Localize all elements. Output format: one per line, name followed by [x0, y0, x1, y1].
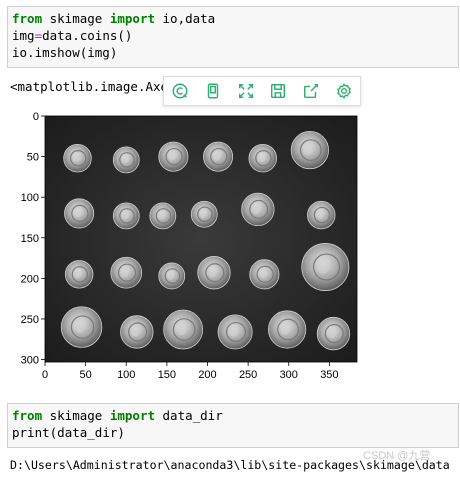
- coin: [63, 144, 92, 173]
- coin: [249, 259, 280, 290]
- coin: [110, 256, 143, 289]
- x-tick-label: 250: [239, 369, 257, 381]
- coin: [190, 200, 218, 228]
- x-axis: 0 50 100 150 200 250 300 350: [42, 362, 339, 381]
- coin: [120, 315, 154, 349]
- coin: [316, 316, 351, 351]
- y-tick-label: 250: [21, 314, 39, 326]
- code-cell-1[interactable]: from skimage import io,data img=data.coi…: [7, 6, 459, 68]
- coin: [158, 141, 189, 172]
- expand-icon[interactable]: [235, 80, 257, 102]
- output-text-2: D:\Users\Administrator\anaconda3\lib\sit…: [10, 458, 450, 472]
- coins-image-plot: 0 50 100 150 200 250 300 350 0 50 100 150 200 250 300: [21, 111, 358, 381]
- coin: [149, 202, 177, 230]
- coin: [112, 202, 140, 230]
- output-text-1: <matplotlib.image.Axes: [10, 79, 176, 94]
- x-tick-label: 0: [42, 369, 48, 381]
- coin: [248, 144, 277, 173]
- x-tick-label: 100: [117, 369, 135, 381]
- y-tick-label: 300: [21, 355, 39, 367]
- y-tick-label: 0: [33, 111, 39, 123]
- y-tick-label: 150: [21, 233, 39, 245]
- y-tick-label: 100: [21, 192, 39, 204]
- x-tick-label: 200: [198, 369, 216, 381]
- coin: [290, 131, 329, 170]
- code-line-2: img=data.coins(): [12, 28, 133, 43]
- coin: [301, 243, 350, 291]
- code-line-1: from skimage import io,data: [12, 11, 216, 26]
- x-tick-label: 150: [158, 369, 176, 381]
- output-toolbar: [163, 76, 361, 106]
- x-tick-label: 50: [80, 369, 92, 381]
- y-tick-label: 200: [21, 273, 39, 285]
- coin: [307, 200, 336, 230]
- coin: [64, 198, 95, 229]
- coin: [197, 256, 231, 290]
- code-line-3: io.imshow(img): [12, 45, 118, 60]
- coin: [163, 309, 204, 350]
- save-icon[interactable]: [267, 80, 289, 102]
- y-tick-label: 50: [27, 152, 39, 164]
- code-line-1: from skimage import data_dir: [12, 408, 223, 423]
- coin: [268, 310, 307, 349]
- coin: [217, 314, 253, 350]
- settings-icon[interactable]: [333, 80, 355, 102]
- document-icon[interactable]: [202, 80, 224, 102]
- share-icon[interactable]: [300, 80, 322, 102]
- code-line-2: print(data_dir): [12, 425, 125, 440]
- x-tick-label: 350: [320, 369, 338, 381]
- coin: [158, 262, 186, 290]
- coin: [203, 141, 234, 172]
- coin: [60, 306, 103, 348]
- coin: [112, 146, 140, 174]
- x-tick-label: 300: [280, 369, 298, 381]
- y-axis: 0 50 100 150 200 250 300: [21, 111, 45, 367]
- coin: [64, 260, 94, 289]
- code-cell-2[interactable]: from skimage import data_dir print(data_…: [7, 403, 459, 448]
- coin: [241, 192, 275, 227]
- copy-circle-icon[interactable]: [169, 80, 191, 102]
